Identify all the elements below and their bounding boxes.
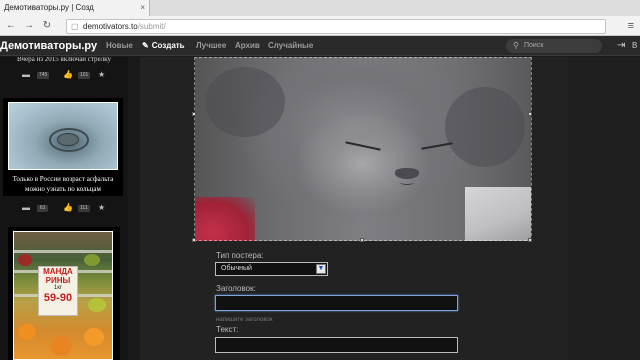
produce-shape (50, 336, 72, 356)
browser-tab-bar: Демотиваторы.ру | Созд × (0, 0, 640, 16)
url-path: /submit/ (137, 22, 166, 31)
chevron-down-icon[interactable]: ▼ (316, 264, 326, 274)
browser-menu-icon[interactable]: ≡ (628, 19, 634, 33)
nav-random[interactable]: Случайные (268, 36, 313, 56)
comment-icon[interactable]: ▬ (22, 202, 30, 214)
price-value: 59-90 (43, 292, 73, 304)
fur-shadow-shape (205, 67, 285, 137)
like-icon[interactable]: 👍 (63, 202, 73, 214)
title-label: Заголовок: (216, 284, 256, 293)
produce-shape (84, 328, 104, 346)
asphalt-core-shape (57, 133, 79, 146)
search-input[interactable]: ⚲ Поиск (506, 39, 602, 53)
comment-count: 63 (37, 205, 48, 212)
like-count: 111 (78, 205, 90, 212)
pink-blanket-shape (195, 197, 255, 241)
title-input[interactable] (215, 295, 458, 311)
login-label[interactable]: В (632, 36, 637, 56)
poster-caption: Только в России возраст асфальта можно у… (12, 175, 114, 193)
white-cushion-shape (465, 187, 531, 241)
shelf-shape (14, 250, 112, 253)
crop-handle[interactable] (360, 238, 364, 242)
nav-create[interactable]: ✎ Создать (142, 36, 185, 56)
price-unit: 1кг (53, 285, 63, 291)
site-logo[interactable]: Демотиваторы.ру (0, 36, 97, 56)
poster-card[interactable]: МАНДА РИНЫ 1кг 59-90 (8, 227, 120, 360)
star-icon[interactable]: ★ (98, 69, 105, 81)
browser-toolbar: ← → ↻ ▢ demotivators.to/submit/ ≡ (0, 16, 640, 36)
pencil-icon: ✎ (142, 41, 149, 50)
poster-card[interactable]: Только в России возраст асфальта можно у… (3, 98, 123, 196)
produce-shape (88, 298, 106, 312)
nav-archive[interactable]: Архив (235, 36, 260, 56)
fur-shadow-shape (445, 87, 525, 167)
poster-image-market: МАНДА РИНЫ 1кг 59-90 (13, 231, 113, 360)
search-placeholder: Поиск (524, 42, 544, 49)
forward-icon[interactable]: → (22, 19, 36, 33)
title-hint: напишите заголовок (216, 317, 273, 323)
poster-image-asphalt (8, 102, 118, 170)
crop-handle[interactable] (192, 112, 196, 116)
star-icon[interactable]: ★ (98, 202, 105, 214)
search-icon: ⚲ (513, 41, 519, 50)
feed-column: Вчера из 2015 включай стрелку ▬ 745 👍 10… (0, 57, 128, 360)
crop-handle[interactable] (528, 112, 532, 116)
cat-nose-shape (395, 168, 419, 179)
crop-handle[interactable] (528, 238, 532, 242)
poster-stats: ▬ 745 👍 101 ★ (0, 69, 128, 81)
reload-icon[interactable]: ↻ (40, 19, 54, 33)
produce-shape (84, 254, 100, 266)
like-count: 101 (78, 72, 91, 79)
tab-title: Демотиваторы.ру | Созд (4, 3, 94, 12)
page-icon: ▢ (71, 22, 79, 31)
login-icon[interactable]: ⇥ (617, 39, 625, 53)
poster-type-value: Обычный (221, 265, 252, 272)
cat-mouth-shape (400, 180, 414, 185)
poster-type-select[interactable]: Обычный ▼ (215, 262, 328, 276)
poster-type-label: Тип постера: (216, 251, 264, 260)
text-input[interactable] (215, 337, 458, 353)
poster-stats: ▬ 63 👍 111 ★ (0, 202, 128, 214)
tab-close-icon[interactable]: × (140, 0, 145, 16)
address-bar[interactable]: ▢ demotivators.to/submit/ (66, 19, 606, 34)
produce-shape (18, 254, 32, 266)
produce-shape (18, 324, 36, 340)
site-header: Демотиваторы.ру Новые ✎ Создать Лучшее Ар… (0, 36, 640, 56)
back-icon[interactable]: ← (4, 19, 18, 33)
like-icon[interactable]: 👍 (63, 69, 73, 81)
nav-new[interactable]: Новые (106, 36, 133, 56)
url-host: demotivators.to (83, 22, 138, 31)
poster-caption: Вчера из 2015 включай стрелку (17, 57, 111, 63)
nav-best[interactable]: Лучшее (196, 36, 226, 56)
nav-create-label: Создать (151, 41, 185, 50)
crop-handle[interactable] (192, 238, 196, 242)
price-title: МАНДА РИНЫ (43, 267, 73, 285)
comment-count: 745 (37, 72, 50, 79)
comment-icon[interactable]: ▬ (22, 69, 30, 81)
editor-right-margin (568, 57, 640, 360)
price-sign: МАНДА РИНЫ 1кг 59-90 (38, 266, 78, 316)
text-label: Текст: (216, 325, 239, 334)
browser-tab[interactable]: Демотиваторы.ру | Созд × (0, 0, 150, 16)
uploaded-photo[interactable] (195, 57, 531, 241)
